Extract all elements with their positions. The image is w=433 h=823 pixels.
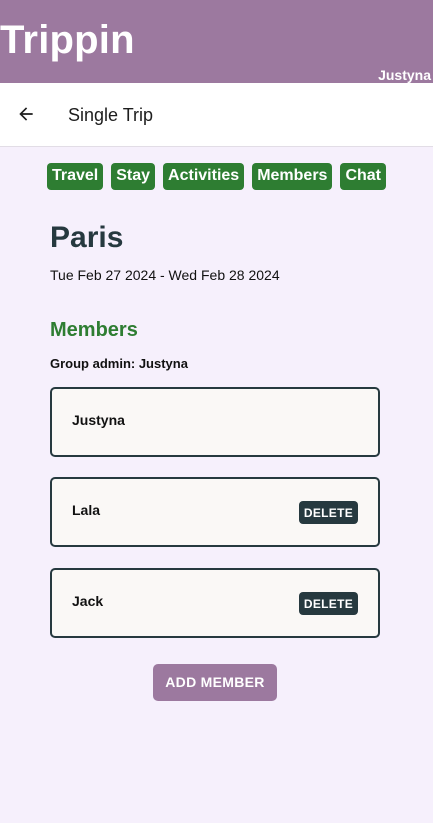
current-user-name: Justyna	[378, 67, 431, 83]
tab-activities[interactable]: Activities	[163, 163, 245, 190]
page-title: Single Trip	[68, 105, 154, 125]
delete-member-button[interactable]: DELETE	[298, 592, 358, 615]
group-admin-label: Group admin: Justyna	[50, 356, 188, 371]
arrow-left-icon	[19, 107, 33, 121]
app-title: Trippin	[0, 18, 135, 62]
tab-chat[interactable]: Chat	[340, 163, 386, 190]
trip-city: Paris	[50, 221, 124, 254]
member-name: Justyna	[72, 412, 125, 428]
tab-stay[interactable]: Stay	[111, 163, 156, 190]
member-name: Lala	[72, 502, 101, 518]
member-card: Lala DELETE	[50, 477, 380, 547]
back-button[interactable]	[10, 98, 42, 130]
member-card: Justyna	[50, 387, 380, 457]
toolbar: Single Trip	[0, 83, 433, 147]
app-header: Trippin Justyna	[0, 0, 433, 83]
trip-tabs: Travel Stay Activities Members Chat	[0, 163, 433, 190]
tab-members[interactable]: Members	[252, 163, 333, 190]
tab-travel[interactable]: Travel	[46, 163, 104, 190]
member-name: Jack	[72, 593, 104, 609]
member-card: Jack DELETE	[50, 568, 380, 638]
add-member-button[interactable]: ADD MEMBER	[153, 664, 277, 701]
trip-dates: Tue Feb 27 2024 - Wed Feb 28 2024	[50, 267, 280, 283]
delete-member-button[interactable]: DELETE	[298, 501, 358, 524]
members-section-title: Members	[50, 319, 138, 341]
